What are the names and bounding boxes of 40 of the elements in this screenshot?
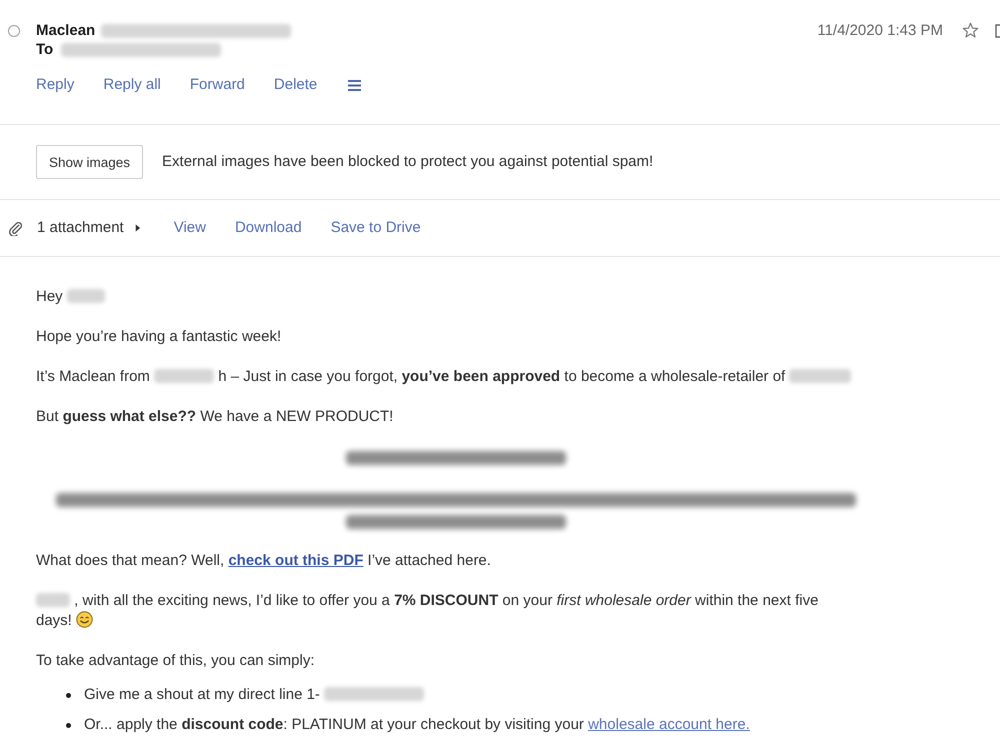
cut-off-icon[interactable] [995, 24, 1000, 38]
blocked-images-notice: External images have been blocked to protect you against potential spam! [162, 152, 654, 172]
select-circle-icon[interactable] [8, 25, 20, 37]
redaction-blur [154, 369, 214, 383]
body-text: Or... apply the discount code: PLATINUM at your checkout by visiting your [84, 716, 584, 733]
body-text: days! [36, 612, 72, 629]
body-text: I’ve attached here. [368, 552, 491, 569]
redaction-blur [36, 593, 70, 607]
action-link[interactable]: Delete [274, 75, 318, 95]
menu-icon[interactable] [348, 80, 362, 90]
bullet-icon [66, 723, 71, 728]
body-text: h – Just in case you forgot, you’ve been approved to become a wholesale-retailer of [218, 368, 786, 385]
link[interactable]: wholesale account here. [588, 716, 750, 733]
action-link[interactable]: Reply [36, 75, 74, 95]
bullet-icon [66, 693, 71, 698]
body-text: Give me a shout at my direct line 1- [84, 686, 320, 703]
body-text: Hope you’re having a fantastic week! [36, 328, 282, 345]
attachment-action-link[interactable]: Save to Drive [330, 218, 421, 238]
smiley-icon [76, 611, 94, 628]
body-text: Hey [36, 288, 63, 305]
redaction-blur [789, 369, 852, 383]
body-text: It’s Maclean from [36, 368, 150, 385]
show-images-button[interactable]: Show images [36, 145, 144, 179]
action-link[interactable]: Forward [190, 75, 245, 95]
body-text: , with all the exciting news, I’d like to offer you a 7% DISCOUNT on your first wholesale order within the next five [74, 592, 818, 609]
redaction-blur [66, 289, 105, 303]
attachment-count[interactable]: 1 attachment [37, 218, 124, 238]
caret-icon[interactable] [134, 224, 141, 232]
sender-name: Maclean [36, 21, 96, 40]
action-link[interactable]: Reply all [103, 75, 161, 95]
body-text: To take advantage of this, you can simply: [36, 652, 314, 669]
body-text: But guess what else?? We have a NEW PRODUCT! [36, 408, 394, 425]
star-icon[interactable] [962, 22, 979, 39]
body-text: What does that mean? Well, [36, 552, 224, 569]
paperclip-icon [8, 220, 23, 236]
recipient-label: To [36, 40, 54, 59]
link[interactable]: check out this PDF [228, 552, 364, 569]
attachment-action-link[interactable]: Download [234, 218, 302, 238]
attachment-action-link[interactable]: View [174, 218, 206, 238]
message-date: 11/4/2020 1:43 PM [817, 21, 943, 40]
